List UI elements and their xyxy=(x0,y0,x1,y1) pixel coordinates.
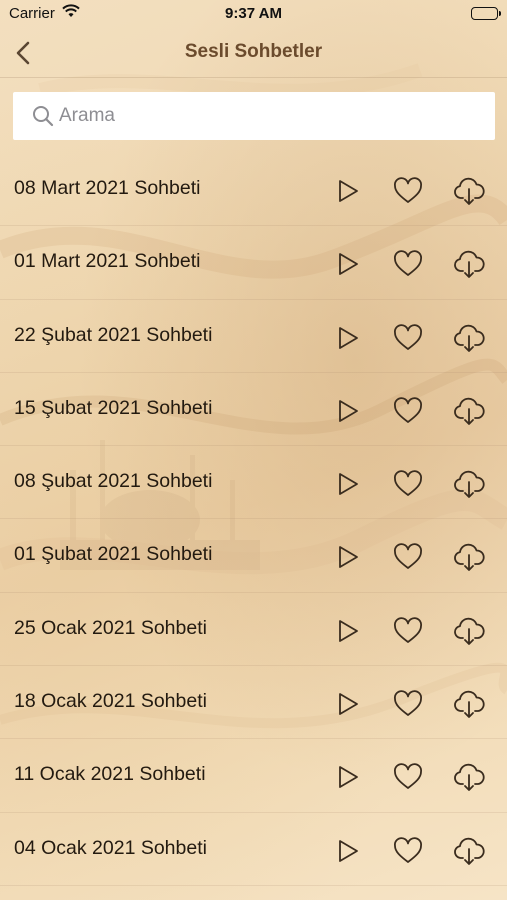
download-button[interactable] xyxy=(451,759,487,795)
cloud-download-icon xyxy=(454,837,485,865)
list-item[interactable]: 08 Şubat 2021 Sohbeti xyxy=(0,446,507,520)
list-item-title: 04 Ocak 2021 Sohbeti xyxy=(14,836,207,859)
page-title: Sesli Sohbetler xyxy=(184,41,323,62)
download-button[interactable] xyxy=(451,539,487,575)
list-item-title: 01 Şubat 2021 Sohbeti xyxy=(14,543,213,566)
list-item[interactable]: 08 Mart 2021 Sohbeti xyxy=(0,153,507,227)
download-button[interactable] xyxy=(451,393,487,429)
list-item[interactable]: 18 Ocak 2021 Sohbeti xyxy=(0,666,507,740)
play-icon xyxy=(339,619,358,642)
cloud-download-icon xyxy=(454,471,485,499)
status-bar: Carrier 9:37 AM xyxy=(0,0,507,28)
favorite-button[interactable] xyxy=(390,759,426,795)
favorite-button[interactable] xyxy=(390,173,426,209)
navigation-bar: Sesli Sohbetler xyxy=(0,28,507,78)
heart-icon xyxy=(394,177,422,203)
play-button[interactable] xyxy=(330,759,366,795)
play-icon xyxy=(339,180,358,202)
list-item[interactable]: 22 Şubat 2021 Sohbeti xyxy=(0,300,507,373)
heart-icon xyxy=(394,836,422,863)
favorite-button[interactable] xyxy=(390,320,426,356)
play-button[interactable] xyxy=(330,320,366,356)
play-button[interactable] xyxy=(330,539,366,575)
play-icon xyxy=(339,399,358,422)
favorite-button[interactable] xyxy=(390,393,426,429)
list-item-title: 11 Ocak 2021 Sohbeti xyxy=(14,763,206,786)
cloud-download-icon xyxy=(454,251,485,279)
play-button[interactable] xyxy=(330,613,366,649)
download-button[interactable] xyxy=(451,246,487,282)
clock-time: 9:37 AM xyxy=(225,5,282,22)
cloud-download-icon xyxy=(454,544,485,572)
cloud-download-icon xyxy=(454,397,485,425)
cloud-download-icon xyxy=(454,690,485,718)
heart-icon xyxy=(394,470,422,497)
list-item[interactable]: 04 Ocak 2021 Sohbeti xyxy=(0,813,507,886)
play-button[interactable] xyxy=(330,393,366,429)
download-button[interactable] xyxy=(451,686,487,722)
download-button[interactable] xyxy=(451,320,487,356)
list-item[interactable]: 15 Şubat 2021 Sohbeti xyxy=(0,373,507,447)
cloud-download-icon xyxy=(454,617,485,645)
favorite-button[interactable] xyxy=(390,686,426,722)
list-item[interactable]: 11 Ocak 2021 Sohbeti xyxy=(0,739,507,813)
download-button[interactable] xyxy=(451,466,487,502)
search-bar xyxy=(13,92,495,140)
heart-icon xyxy=(394,617,422,643)
play-button[interactable] xyxy=(330,686,366,722)
heart-icon xyxy=(394,763,422,790)
list-item-title: 08 Şubat 2021 Sohbeti xyxy=(14,470,213,493)
play-icon xyxy=(339,766,358,789)
favorite-button[interactable] xyxy=(390,613,426,649)
cloud-download-icon xyxy=(454,324,485,352)
list-item-title: 15 Şubat 2021 Sohbeti xyxy=(14,396,213,419)
list-item-title: 01 Mart 2021 Sohbeti xyxy=(14,250,201,273)
audio-list: 08 Mart 2021 Sohbeti 01 Mart 2021 Sohbet… xyxy=(0,153,507,886)
heart-icon xyxy=(394,250,422,277)
play-icon xyxy=(339,326,358,349)
list-item[interactable]: 01 Şubat 2021 Sohbeti xyxy=(0,519,507,593)
list-item-title: 18 Ocak 2021 Sohbeti xyxy=(14,690,207,713)
list-item-title: 08 Mart 2021 Sohbeti xyxy=(14,177,201,199)
favorite-button[interactable] xyxy=(390,466,426,502)
play-button[interactable] xyxy=(330,173,366,209)
heart-icon xyxy=(394,690,422,716)
search-input[interactable] xyxy=(59,92,479,140)
play-button[interactable] xyxy=(330,466,366,502)
heart-icon xyxy=(394,323,422,350)
list-item[interactable]: 25 Ocak 2021 Sohbeti xyxy=(0,593,507,667)
favorite-button[interactable] xyxy=(390,539,426,575)
heart-icon xyxy=(394,543,422,570)
battery-icon xyxy=(471,7,501,20)
play-icon xyxy=(339,253,358,276)
list-item[interactable]: 01 Mart 2021 Sohbeti xyxy=(0,226,507,300)
play-icon xyxy=(339,473,358,496)
cloud-download-icon xyxy=(454,177,485,205)
list-item-title: 25 Ocak 2021 Sohbeti xyxy=(14,616,207,639)
play-icon xyxy=(339,546,358,569)
heart-icon xyxy=(394,397,422,423)
download-button[interactable] xyxy=(451,833,487,869)
favorite-button[interactable] xyxy=(390,833,426,869)
play-button[interactable] xyxy=(330,246,366,282)
download-button[interactable] xyxy=(451,613,487,649)
download-button[interactable] xyxy=(451,173,487,209)
play-button[interactable] xyxy=(330,833,366,869)
cloud-download-icon xyxy=(454,764,485,792)
play-icon xyxy=(339,839,358,862)
favorite-button[interactable] xyxy=(390,246,426,282)
play-icon xyxy=(339,693,358,715)
search-icon xyxy=(32,105,54,127)
list-item-title: 22 Şubat 2021 Sohbeti xyxy=(14,323,213,346)
